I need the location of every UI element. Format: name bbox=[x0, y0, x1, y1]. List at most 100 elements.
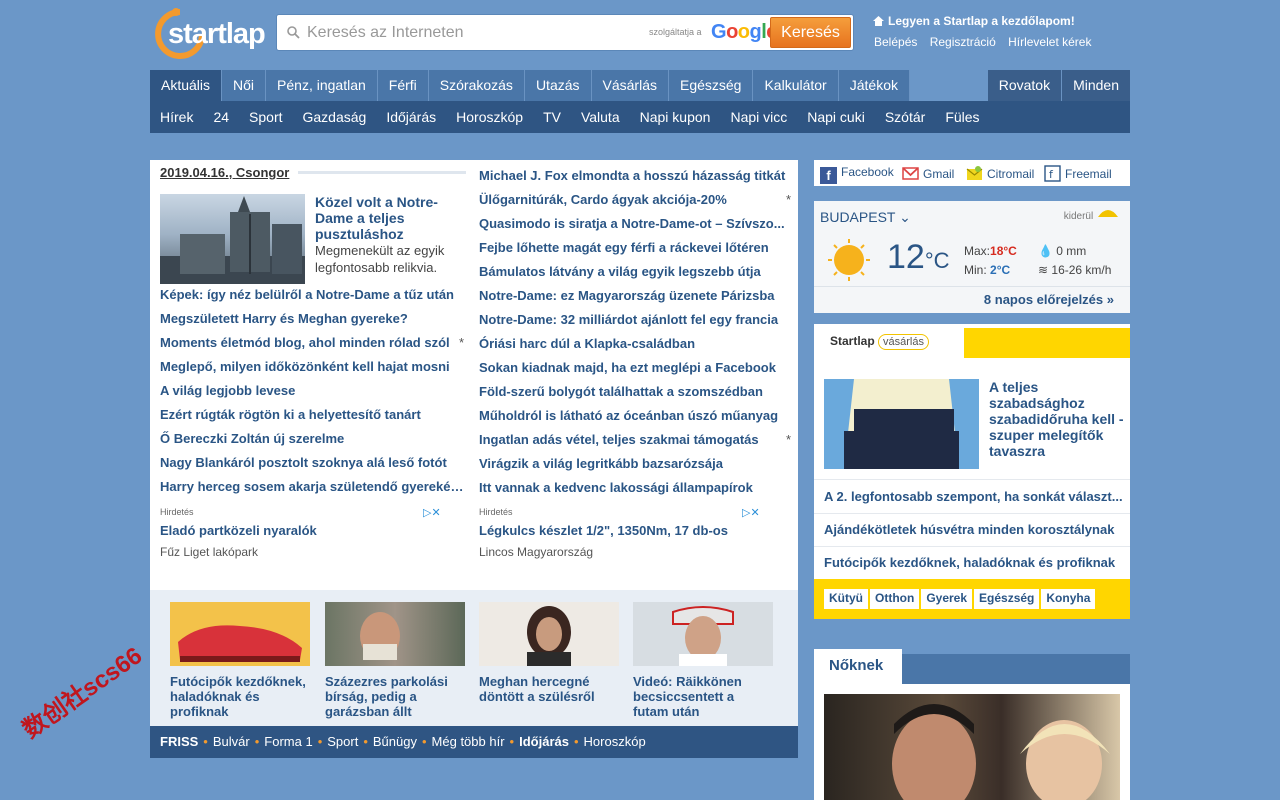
friss-link[interactable]: Sport bbox=[327, 734, 358, 749]
subnav-horoszkop[interactable]: Horoszkóp bbox=[446, 101, 533, 133]
shop-category[interactable]: Kütyü bbox=[824, 589, 868, 609]
subnav-hirek[interactable]: Hírek bbox=[150, 101, 203, 133]
news-item[interactable]: Fejbe lőhette magát egy férfi a ráckevei… bbox=[479, 236, 791, 260]
friss-link[interactable]: Bulvár bbox=[213, 734, 250, 749]
nav-item-rovatok[interactable]: Rovatok bbox=[987, 70, 1063, 101]
nav-item-ferfi[interactable]: Férfi bbox=[377, 70, 429, 101]
news-item[interactable]: Ezért rúgták rögtön ki a helyettesítő ta… bbox=[160, 403, 464, 427]
noknek-tab[interactable]: Nőknek bbox=[814, 649, 902, 685]
news-item[interactable]: Moments életmód blog, ahol minden rólad … bbox=[160, 331, 464, 355]
ad-title[interactable]: Eladó partközeli nyaralók bbox=[160, 523, 317, 538]
friss-bar: FRISS • Bulvár • Forma 1 • Sport • Bűnügy • Még tö… bbox=[150, 726, 798, 758]
subnav-gazdasag[interactable]: Gazdaság bbox=[293, 101, 377, 133]
facebook-link[interactable]: f Facebook bbox=[820, 165, 894, 184]
nav-item-jatekok[interactable]: Játékok bbox=[838, 70, 910, 101]
nav-item-egeszseg[interactable]: Egészség bbox=[668, 70, 754, 101]
nav-item-utazas[interactable]: Utazás bbox=[524, 70, 592, 101]
friss-link[interactable]: Bűnügy bbox=[373, 734, 417, 749]
subnav-valuta[interactable]: Valuta bbox=[571, 101, 630, 133]
news-item[interactable]: Ingatlan adás vétel, teljes szakmai támo… bbox=[479, 428, 791, 452]
thumb-card[interactable]: Meghan hercegné döntött a szülésről bbox=[479, 602, 619, 704]
dateline[interactable]: 2019.04.16., Csongor bbox=[160, 165, 289, 180]
forecast-link[interactable]: 8 napos előrejelzés » bbox=[984, 292, 1114, 307]
nav-item-vasarlas[interactable]: Vásárlás bbox=[591, 70, 669, 101]
news-item[interactable]: Óriási harc dúl a Klapka-családban bbox=[479, 332, 791, 356]
news-item[interactable]: Notre-Dame: 32 milliárdot ajánlott fel e… bbox=[479, 308, 791, 332]
subnav-napi-vicc[interactable]: Napi vicc bbox=[720, 101, 797, 133]
shop-item[interactable]: Ajándékötletek húsvétra minden korosztál… bbox=[824, 522, 1124, 537]
thumb-card[interactable]: Százezres parkolási bírság, pedig a gará… bbox=[325, 602, 465, 719]
shop-category[interactable]: Konyha bbox=[1041, 589, 1096, 609]
news-item[interactable]: Ő Bereczki Zoltán új szerelme bbox=[160, 427, 464, 451]
lead-image[interactable] bbox=[160, 194, 305, 284]
news-item[interactable]: Michael J. Fox elmondta a hosszú házassá… bbox=[479, 164, 791, 188]
startlap-logo[interactable]: startlap bbox=[150, 6, 266, 60]
subnav-tv[interactable]: TV bbox=[533, 101, 571, 133]
news-item[interactable]: Ülőgarnitúrák, Cardo ágyak akciója-20% * bbox=[479, 188, 791, 212]
news-item[interactable]: Megszületett Harry és Meghan gyereke? bbox=[160, 307, 464, 331]
nav-item-kalkulator[interactable]: Kalkulátor bbox=[753, 70, 839, 101]
friss-link[interactable]: Még több hír bbox=[432, 734, 505, 749]
set-homepage-link[interactable]: Legyen a Startlap a kezdőlapom! bbox=[873, 14, 1075, 28]
newsletter-link[interactable]: Hírlevelet kérek bbox=[1008, 35, 1091, 49]
nav-item-noi[interactable]: Női bbox=[222, 70, 267, 101]
thumb-card[interactable]: Videó: Räikkönen becsiccsentett a futam … bbox=[633, 602, 773, 719]
nav-item-minden[interactable]: Minden bbox=[1062, 70, 1130, 101]
news-item[interactable]: Bámulatos látvány a világ egyik legszebb… bbox=[479, 260, 791, 284]
ad-advertiser[interactable]: Fűz Liget lakópark bbox=[160, 545, 258, 559]
news-item[interactable]: Képek: így néz belülről a Notre-Dame a t… bbox=[160, 283, 464, 307]
login-link[interactable]: Belépés bbox=[874, 35, 917, 49]
featured-product-title[interactable]: A teljes szabadsághoz szabadidőruha kell… bbox=[989, 379, 1124, 459]
ad-title[interactable]: Légkulcs készlet 1/2", 1350Nm, 17 db-os bbox=[479, 523, 728, 538]
thumb-card[interactable]: Futócipők kezdőknek, haladóknak és profi… bbox=[170, 602, 310, 719]
friss-link[interactable]: Horoszkóp bbox=[584, 734, 646, 749]
news-item[interactable]: Itt vannak a kedvenc lakossági állampapí… bbox=[479, 476, 791, 500]
noknek-image[interactable] bbox=[824, 694, 1120, 800]
friss-link[interactable]: Időjárás bbox=[519, 734, 569, 749]
nav-item-szorakozas[interactable]: Szórakozás bbox=[428, 70, 525, 101]
news-item[interactable]: Harry herceg sosem akarja születendő gye… bbox=[160, 475, 464, 499]
shop-category[interactable]: Gyerek bbox=[921, 589, 973, 609]
news-item[interactable]: Nagy Blankáról posztolt szoknya alá leső… bbox=[160, 451, 464, 475]
news-item[interactable]: Virágzik a világ legritkább bazsarózsája bbox=[479, 452, 791, 476]
user-links: Belépés Regisztráció Hírlevelet kérek bbox=[874, 35, 1100, 49]
adchoices-icon[interactable]: ▷✕ bbox=[742, 506, 760, 519]
subnav-24[interactable]: 24 bbox=[203, 101, 239, 133]
freemail-link[interactable]: f Freemail bbox=[1044, 165, 1112, 182]
nav-item-penz[interactable]: Pénz, ingatlan bbox=[266, 70, 378, 101]
news-item[interactable]: Sokan kiadnak majd, ha ezt meglépi a Fac… bbox=[479, 356, 791, 380]
lead-title[interactable]: Közel volt a Notre-Dame a teljes pusztul… bbox=[315, 194, 455, 242]
news-item[interactable]: Meglepő, milyen időközönként kell hajat … bbox=[160, 355, 464, 379]
friss-link[interactable]: Forma 1 bbox=[264, 734, 312, 749]
citromail-link[interactable]: Citromail bbox=[966, 165, 1034, 182]
shop-category[interactable]: Otthon bbox=[870, 589, 920, 609]
shop-tab[interactable]: Startlap vásárlás bbox=[814, 324, 964, 358]
subnav-napi-cuki[interactable]: Napi cuki bbox=[797, 101, 875, 133]
kiderul-logo[interactable]: kiderül bbox=[1064, 207, 1120, 222]
subnav-szotar[interactable]: Szótár bbox=[875, 101, 935, 133]
news-item[interactable]: Föld-szerű bolygót találhattak a szomszé… bbox=[479, 380, 791, 404]
adchoices-icon[interactable]: ▷✕ bbox=[423, 506, 441, 519]
weather-widget: BUDAPEST ⌄ kiderül 12°C Max:18°C Min: 2°… bbox=[814, 201, 1130, 313]
news-item[interactable]: Műholdról is látható az óceánban úszó mű… bbox=[479, 404, 791, 428]
news-item[interactable]: Notre-Dame: ez Magyarország üzenete Pári… bbox=[479, 284, 791, 308]
ad-advertiser[interactable]: Lincos Magyarország bbox=[479, 545, 593, 559]
gmail-link[interactable]: Gmail bbox=[902, 165, 954, 182]
search-input[interactable] bbox=[307, 20, 637, 46]
shop-item[interactable]: A 2. legfontosabb szempont, ha sonkát vá… bbox=[824, 489, 1124, 504]
register-link[interactable]: Regisztráció bbox=[930, 35, 996, 49]
subnav-sport[interactable]: Sport bbox=[239, 101, 292, 133]
shop-item[interactable]: Futócipők kezdőknek, haladóknak és profi… bbox=[824, 555, 1124, 570]
subnav-napi-kupon[interactable]: Napi kupon bbox=[630, 101, 721, 133]
weather-city-select[interactable]: BUDAPEST ⌄ bbox=[820, 209, 911, 226]
thumb-image bbox=[325, 602, 465, 666]
search-button[interactable]: Keresés bbox=[770, 17, 851, 48]
nav-item-aktualis[interactable]: Aktuális bbox=[150, 70, 223, 101]
news-item[interactable]: A világ legjobb levese bbox=[160, 379, 464, 403]
featured-product-image[interactable] bbox=[824, 379, 979, 469]
subnav-idojaras[interactable]: Időjárás bbox=[376, 101, 446, 133]
news-item[interactable]: Quasimodo is siratja a Notre-Dame-ot – S… bbox=[479, 212, 791, 236]
shop-category[interactable]: Egészség bbox=[974, 589, 1040, 609]
subnav-fules[interactable]: Füles bbox=[935, 101, 989, 133]
cathedral-picture bbox=[160, 196, 305, 284]
